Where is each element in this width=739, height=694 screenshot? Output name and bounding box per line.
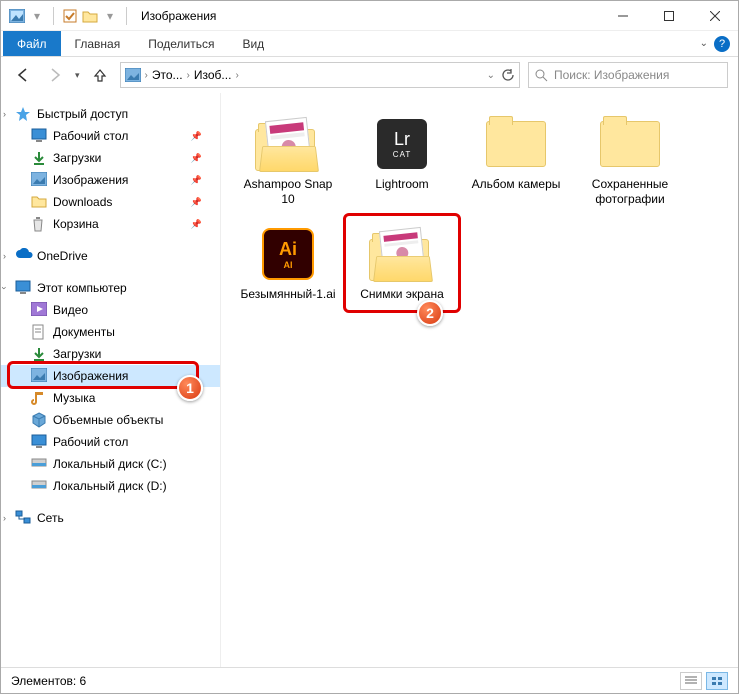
star-icon	[15, 106, 31, 122]
annotation-marker-2: 2	[417, 300, 443, 326]
sidebar-item-desktop[interactable]: Рабочий стол📌	[1, 125, 220, 147]
ribbon-tabs: Файл Главная Поделиться Вид ⌄ ?	[1, 31, 738, 57]
search-input[interactable]: Поиск: Изображения	[528, 62, 728, 88]
tab-file[interactable]: Файл	[3, 31, 61, 56]
address-dropdown-icon[interactable]: ⌄	[487, 70, 495, 81]
sidebar-item-downloads-en[interactable]: Downloads📌	[1, 191, 220, 213]
sidebar-item-pictures-quick[interactable]: Изображения📌	[1, 169, 220, 191]
overflow-icon[interactable]: ▾	[102, 8, 118, 24]
navigation-pane: › Быстрый доступ Рабочий стол📌 Загрузки📌…	[1, 93, 221, 667]
sidebar-quick-access[interactable]: › Быстрый доступ	[1, 103, 220, 125]
view-details-button[interactable]	[680, 672, 702, 690]
folder-item[interactable]: Сохраненные фотографии	[575, 111, 685, 211]
pictures-icon	[9, 8, 25, 24]
sidebar-this-pc[interactable]: ›Этот компьютер	[1, 277, 220, 299]
address-row: ▾ › Это... › Изоб... › ⌄ Поиск: Изображе…	[1, 57, 738, 93]
sidebar-item-music[interactable]: Музыка	[1, 387, 220, 409]
tab-view[interactable]: Вид	[228, 31, 278, 56]
pin-icon: 📌	[191, 131, 202, 142]
folder-item[interactable]: Ashampoo Snap 10	[233, 111, 343, 211]
checkbox-icon[interactable]	[62, 8, 78, 24]
cloud-icon	[15, 248, 31, 264]
view-icons-button[interactable]	[706, 672, 728, 690]
folder-small-icon[interactable]	[82, 8, 98, 24]
nav-recent-button[interactable]: ▾	[75, 70, 80, 81]
refresh-icon[interactable]	[501, 68, 515, 82]
sidebar-item-drive-c[interactable]: Локальный диск (C:)	[1, 453, 220, 475]
sidebar-network[interactable]: ›Сеть	[1, 507, 220, 529]
network-icon	[15, 510, 31, 526]
minimize-button[interactable]	[600, 1, 646, 31]
help-icon[interactable]: ?	[714, 36, 730, 52]
folder-item[interactable]: Альбом камеры	[461, 111, 571, 211]
breadcrumb-segment[interactable]: Это...	[152, 68, 183, 82]
sidebar-item-downloads[interactable]: Загрузки📌	[1, 147, 220, 169]
search-icon	[535, 69, 548, 82]
address-bar[interactable]: › Это... › Изоб... › ⌄	[120, 62, 520, 88]
item-count: Элементов: 6	[11, 674, 86, 688]
sidebar-onedrive[interactable]: ›OneDrive	[1, 245, 220, 267]
close-button[interactable]	[692, 1, 738, 31]
tab-home[interactable]: Главная	[61, 31, 135, 56]
titlebar: ▾ ▾ Изображения	[1, 1, 738, 31]
sidebar-item-recycle[interactable]: Корзина📌	[1, 213, 220, 235]
sidebar-item-desktop-pc[interactable]: Рабочий стол	[1, 431, 220, 453]
save-icon[interactable]: ▾	[29, 8, 45, 24]
pc-icon	[15, 280, 31, 296]
search-placeholder: Поиск: Изображения	[554, 68, 669, 82]
sidebar-item-videos[interactable]: Видео	[1, 299, 220, 321]
folder-item[interactable]: LrCAT Lightroom	[347, 111, 457, 211]
sidebar-item-downloads-pc[interactable]: Загрузки	[1, 343, 220, 365]
sidebar-item-documents[interactable]: Документы	[1, 321, 220, 343]
items-view[interactable]: Ashampoo Snap 10 LrCAT Lightroom Альбом …	[221, 93, 738, 667]
pin-icon: 📌	[191, 197, 202, 208]
maximize-button[interactable]	[646, 1, 692, 31]
status-bar: Элементов: 6	[1, 667, 738, 693]
sidebar-item-drive-d[interactable]: Локальный диск (D:)	[1, 475, 220, 497]
tab-share[interactable]: Поделиться	[134, 31, 228, 56]
nav-up-button[interactable]	[88, 63, 112, 87]
ribbon-expand-icon[interactable]: ⌄	[700, 38, 708, 49]
folder-item-screenshots[interactable]: Снимки экрана 2	[347, 221, 457, 306]
nav-forward-button[interactable]	[43, 63, 67, 87]
sidebar-item-pictures[interactable]: Изображения	[1, 365, 220, 387]
pin-icon: 📌	[191, 175, 202, 186]
file-item-ai[interactable]: AiAI Безымянный-1.ai	[233, 221, 343, 306]
pin-icon: 📌	[191, 219, 202, 230]
window-title: Изображения	[141, 9, 216, 23]
nav-back-button[interactable]	[11, 63, 35, 87]
breadcrumb-segment[interactable]: Изоб...	[194, 68, 232, 82]
sidebar-item-3d[interactable]: Объемные объекты	[1, 409, 220, 431]
pin-icon: 📌	[191, 153, 202, 164]
